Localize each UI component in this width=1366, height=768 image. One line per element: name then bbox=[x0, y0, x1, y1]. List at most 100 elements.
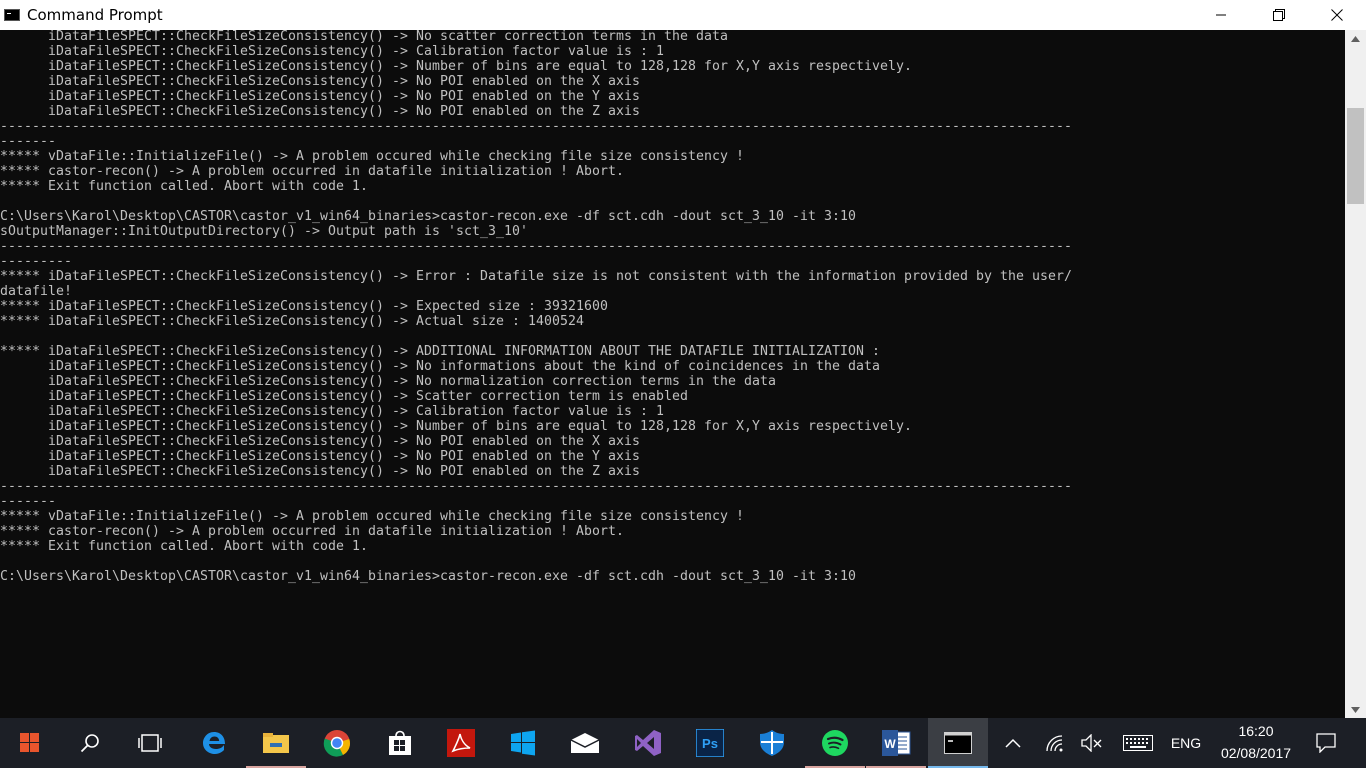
console-line: ***** iDataFileSPECT::CheckFileSizeConsi… bbox=[0, 344, 880, 359]
chrome-icon bbox=[323, 730, 350, 757]
console-line: ***** vDataFile::InitializeFile() -> A p… bbox=[0, 149, 744, 164]
console-line: ------- bbox=[0, 494, 56, 509]
console-line: ***** iDataFileSPECT::CheckFileSizeConsi… bbox=[0, 314, 584, 329]
keyboard-icon bbox=[1123, 735, 1153, 751]
photoshop-icon: Ps bbox=[696, 729, 724, 757]
taskbar-visual-studio[interactable] bbox=[618, 718, 678, 768]
console-line: --------- bbox=[0, 254, 72, 269]
task-view-icon bbox=[138, 734, 162, 752]
search-icon bbox=[80, 734, 99, 753]
console-line: ----------------------------------------… bbox=[0, 119, 1072, 134]
close-icon bbox=[1331, 9, 1343, 21]
console-line: iDataFileSPECT::CheckFileSizeConsistency… bbox=[0, 59, 912, 74]
word-label: W bbox=[884, 737, 896, 751]
console-line: ***** castor-recon() -> A problem occurr… bbox=[0, 524, 624, 539]
console-line: ----------------------------------------… bbox=[0, 479, 1072, 494]
network-button[interactable] bbox=[1040, 718, 1070, 768]
clock-date: 02/08/2017 bbox=[1220, 745, 1292, 761]
action-center-button[interactable] bbox=[1306, 718, 1346, 768]
photoshop-label: Ps bbox=[702, 736, 718, 751]
console-line: iDataFileSPECT::CheckFileSizeConsistency… bbox=[0, 104, 640, 119]
start-button[interactable] bbox=[0, 718, 60, 768]
chevron-up-icon bbox=[1351, 35, 1360, 42]
folder-icon bbox=[263, 733, 289, 753]
windows-start-icon bbox=[20, 733, 39, 752]
console-line: ----------------------------------------… bbox=[0, 239, 1072, 254]
console-line: ***** iDataFileSPECT::CheckFileSizeConsi… bbox=[0, 269, 1072, 284]
console-line: iDataFileSPECT::CheckFileSizeConsistency… bbox=[0, 44, 664, 59]
window-controls bbox=[1192, 0, 1366, 30]
taskbar-acrobat[interactable] bbox=[431, 718, 491, 768]
console-line: datafile! bbox=[0, 284, 72, 299]
console-line: C:\Users\Karol\Desktop\CASTOR\castor_v1_… bbox=[0, 569, 856, 584]
edge-icon bbox=[203, 732, 225, 754]
wifi-icon bbox=[1046, 735, 1063, 752]
task-view-button[interactable] bbox=[120, 718, 180, 768]
chevron-up-icon bbox=[1005, 738, 1021, 748]
touch-keyboard-button[interactable] bbox=[1120, 718, 1156, 768]
taskbar-mail[interactable] bbox=[555, 718, 615, 768]
console-line: ***** vDataFile::InitializeFile() -> A p… bbox=[0, 509, 744, 524]
console-line: ------- bbox=[0, 134, 56, 149]
word-icon: W bbox=[882, 730, 911, 756]
console-line: ***** castor-recon() -> A problem occurr… bbox=[0, 164, 624, 179]
chevron-down-icon bbox=[1351, 706, 1360, 713]
console-line: iDataFileSPECT::CheckFileSizeConsistency… bbox=[0, 404, 664, 419]
console-line: C:\Users\Karol\Desktop\CASTOR\castor_v1_… bbox=[0, 209, 856, 224]
windows-logo-icon bbox=[511, 730, 535, 756]
scroll-up-button[interactable] bbox=[1345, 30, 1366, 47]
console-line: iDataFileSPECT::CheckFileSizeConsistency… bbox=[0, 374, 776, 389]
console-output[interactable]: iDataFileSPECT::CheckFileSizeConsistency… bbox=[0, 30, 1345, 718]
store-icon bbox=[389, 730, 411, 755]
minimize-icon bbox=[1216, 14, 1226, 16]
console-line: iDataFileSPECT::CheckFileSizeConsistency… bbox=[0, 389, 688, 404]
acrobat-icon bbox=[447, 729, 475, 757]
window-title: Command Prompt bbox=[27, 6, 163, 24]
taskbar: Ps W ENG 16:20 02/08/2017 bbox=[0, 718, 1366, 768]
notification-icon bbox=[1316, 733, 1336, 753]
spotify-icon bbox=[822, 730, 848, 756]
taskbar-spotify[interactable] bbox=[805, 718, 865, 768]
taskbar-store[interactable] bbox=[370, 718, 430, 768]
vertical-scrollbar[interactable] bbox=[1345, 30, 1366, 718]
console-line: sOutputManager::InitOutputDirectory() ->… bbox=[0, 224, 528, 239]
taskbar-chrome[interactable] bbox=[307, 718, 367, 768]
console-line: iDataFileSPECT::CheckFileSizeConsistency… bbox=[0, 419, 912, 434]
console-line: iDataFileSPECT::CheckFileSizeConsistency… bbox=[0, 74, 640, 89]
taskbar-edge[interactable] bbox=[184, 718, 244, 768]
volume-button[interactable] bbox=[1077, 718, 1107, 768]
search-button[interactable] bbox=[60, 718, 120, 768]
clock[interactable]: 16:20 02/08/2017 bbox=[1212, 718, 1300, 768]
restore-icon bbox=[1273, 9, 1285, 21]
scroll-down-button[interactable] bbox=[1345, 701, 1366, 718]
console-line: iDataFileSPECT::CheckFileSizeConsistency… bbox=[0, 359, 880, 374]
console-line: ***** iDataFileSPECT::CheckFileSizeConsi… bbox=[0, 299, 608, 314]
minimize-button[interactable] bbox=[1192, 0, 1250, 30]
mail-icon bbox=[570, 733, 600, 753]
command-prompt-icon bbox=[4, 9, 20, 21]
scrollbar-thumb[interactable] bbox=[1347, 108, 1364, 204]
taskbar-defender[interactable] bbox=[742, 718, 802, 768]
shield-icon bbox=[760, 730, 784, 756]
taskbar-windows[interactable] bbox=[493, 718, 553, 768]
console-line: iDataFileSPECT::CheckFileSizeConsistency… bbox=[0, 464, 640, 479]
taskbar-word[interactable]: W bbox=[866, 718, 926, 768]
maximize-button[interactable] bbox=[1250, 0, 1308, 30]
taskbar-file-explorer[interactable] bbox=[246, 718, 306, 768]
console-line: ***** Exit function called. Abort with c… bbox=[0, 179, 368, 194]
title-bar[interactable]: Command Prompt bbox=[0, 0, 1366, 30]
visual-studio-icon bbox=[635, 730, 661, 756]
taskbar-command-prompt[interactable] bbox=[928, 718, 988, 768]
console-line: iDataFileSPECT::CheckFileSizeConsistency… bbox=[0, 434, 640, 449]
close-button[interactable] bbox=[1308, 0, 1366, 30]
console-line: iDataFileSPECT::CheckFileSizeConsistency… bbox=[0, 30, 728, 44]
input-language[interactable]: ENG bbox=[1160, 718, 1212, 768]
volume-muted-icon bbox=[1081, 734, 1102, 752]
console-line: ***** Exit function called. Abort with c… bbox=[0, 539, 368, 554]
clock-time: 16:20 bbox=[1238, 723, 1274, 739]
show-hidden-icons-button[interactable] bbox=[998, 718, 1028, 768]
console-line: iDataFileSPECT::CheckFileSizeConsistency… bbox=[0, 89, 640, 104]
cmd-icon bbox=[944, 732, 972, 754]
taskbar-photoshop[interactable]: Ps bbox=[680, 718, 740, 768]
console-text: iDataFileSPECT::CheckFileSizeConsistency… bbox=[0, 30, 1072, 584]
